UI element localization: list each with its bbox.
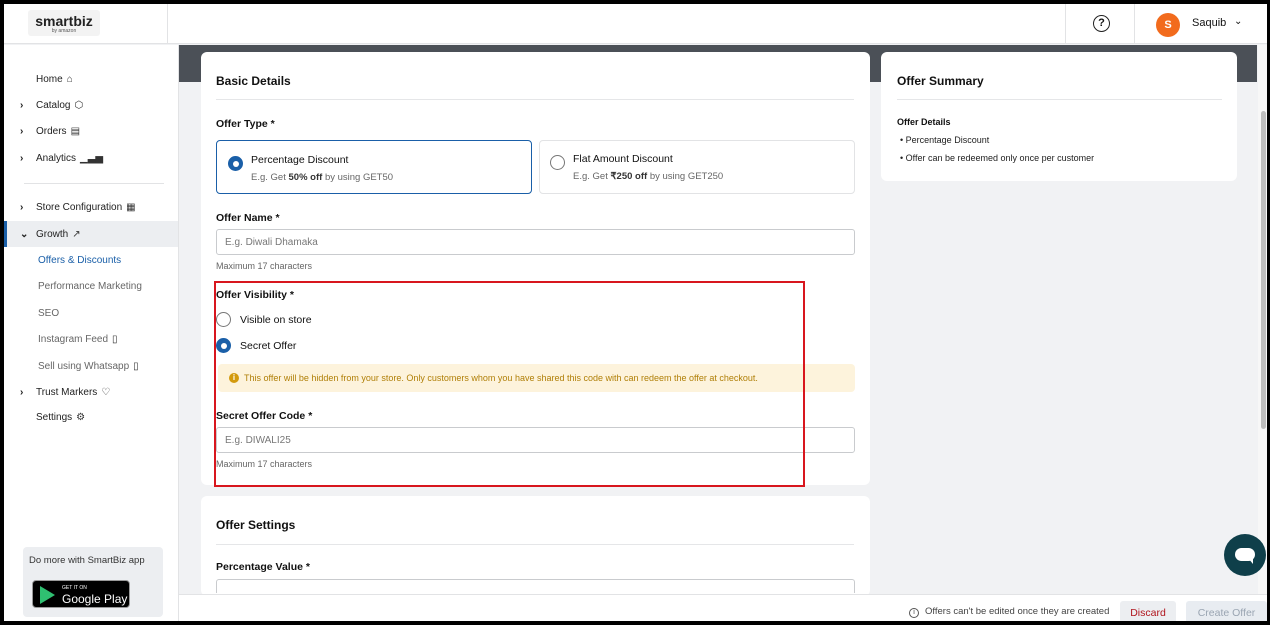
sidebar-item-label: Growth <box>36 228 69 240</box>
sidebar-item-trust-markers[interactable]: › Trust Markers ♡ <box>4 381 178 403</box>
chevron-right-icon: › <box>20 125 24 137</box>
google-play-button[interactable]: GET IT ON Google Play <box>32 580 130 608</box>
sidebar-item-label: Home <box>36 73 63 85</box>
footer-info: i Offers can't be edited once they are cr… <box>909 606 1109 618</box>
promo-text: Do more with SmartBiz app <box>29 555 145 566</box>
gplay-small-text: GET IT ON <box>62 585 87 591</box>
trend-up-icon: ↗ <box>72 228 81 240</box>
help-icon[interactable]: ? <box>1093 15 1110 32</box>
sidebar-item-settings[interactable]: Settings ⚙ <box>4 406 178 428</box>
radio-unselected[interactable] <box>550 155 565 170</box>
option-desc: E.g. Get ₹250 off by using GET250 <box>573 171 724 182</box>
radio-selected[interactable] <box>228 156 243 171</box>
divider <box>216 544 854 545</box>
offer-name-input[interactable]: E.g. Diwali Dhamaka <box>216 229 855 255</box>
offer-name-placeholder: E.g. Diwali Dhamaka <box>225 237 318 248</box>
app-window: smartbiz by amazon ? S Saquib ⌄ Home ⌂ › … <box>0 0 1270 625</box>
sidebar-item-label: Instagram Feed <box>38 333 109 345</box>
chat-icon[interactable] <box>1224 534 1266 576</box>
sidebar-item-growth[interactable]: ⌄ Growth ↗ <box>4 221 178 247</box>
sidebar-item-label: Orders <box>36 125 67 137</box>
percentage-value-input[interactable] <box>216 579 855 593</box>
offer-name-label: Offer Name * <box>216 212 280 224</box>
scroll-thumb[interactable] <box>1261 111 1266 429</box>
summary-item: • Offer can be redeemed only once per cu… <box>900 153 1095 163</box>
sidebar-item-analytics[interactable]: › Analytics ▁▃▅ <box>4 147 178 169</box>
smartbiz-logo[interactable]: smartbiz by amazon <box>28 10 100 36</box>
sidebar-item-instagram-feed[interactable]: Instagram Feed ▯ <box>4 328 178 350</box>
brand-name: smartbiz <box>35 13 93 29</box>
sidebar-item-catalog[interactable]: › Catalog ⬡ <box>4 94 178 116</box>
store-icon: ▦ <box>126 201 136 213</box>
sidebar-item-offers-discounts[interactable]: Offers & Discounts <box>4 249 178 271</box>
option-title: Flat Amount Discount <box>573 153 673 165</box>
clipboard-icon: ▤ <box>70 125 81 137</box>
mobile-icon: ▯ <box>112 333 118 345</box>
offer-summary-title: Offer Summary <box>897 74 984 88</box>
divider <box>216 99 854 100</box>
sidebar-item-label: SEO <box>38 307 60 319</box>
info-icon: i <box>909 608 919 618</box>
top-bar: smartbiz by amazon ? S Saquib ⌄ <box>4 4 1267 44</box>
discard-button[interactable]: Discard <box>1120 601 1176 621</box>
percentage-value-label: Percentage Value * <box>216 561 310 573</box>
offer-type-percentage[interactable]: Percentage Discount E.g. Get 50% off by … <box>216 140 532 194</box>
option-title: Percentage Discount <box>251 154 349 166</box>
create-offer-button[interactable]: Create Offer <box>1186 601 1267 621</box>
chevron-down-icon[interactable]: ⌄ <box>1234 16 1242 27</box>
home-icon: ⌂ <box>66 73 73 85</box>
sidebar-item-store-configuration[interactable]: › Store Configuration ▦ <box>4 196 178 218</box>
app-promo: Do more with SmartBiz app GET IT ON Goog… <box>23 547 163 617</box>
sidebar-item-home[interactable]: Home ⌂ <box>4 68 178 90</box>
logo-area: smartbiz by amazon <box>4 4 168 44</box>
sidebar-item-performance-marketing[interactable]: Performance Marketing <box>4 275 178 297</box>
sidebar-item-label: Offers & Discounts <box>38 254 122 266</box>
sidebar: Home ⌂ › Catalog ⬡ › Orders ▤ › Analytics ▁▃… <box>4 45 179 621</box>
user-name[interactable]: Saquib <box>1192 17 1226 29</box>
chevron-right-icon: › <box>20 99 24 111</box>
highlight-box <box>214 281 805 487</box>
divider <box>897 99 1222 100</box>
sidebar-item-seo[interactable]: SEO <box>4 302 178 324</box>
scrollbar[interactable] <box>1258 45 1267 594</box>
sidebar-item-label: Sell using Whatsapp <box>38 360 130 372</box>
sidebar-item-label: Analytics <box>36 152 77 164</box>
offer-settings-title: Offer Settings <box>216 518 296 532</box>
footer-info-text: Offers can't be edited once they are cre… <box>925 606 1110 617</box>
mobile-icon: ▯ <box>133 360 139 372</box>
gplay-big-text: Google Play <box>62 592 128 606</box>
avatar[interactable]: S <box>1156 13 1180 37</box>
google-play-icon <box>40 586 55 604</box>
cube-icon: ⬡ <box>74 99 84 111</box>
sidebar-item-label: Trust Markers <box>36 386 98 398</box>
basic-details-title: Basic Details <box>216 74 291 88</box>
offer-details-heading: Offer Details <box>897 117 951 127</box>
summary-item: • Percentage Discount <box>900 135 990 145</box>
sidebar-item-sell-using-whatsapp[interactable]: Sell using Whatsapp ▯ <box>4 355 178 377</box>
gear-icon: ⚙ <box>76 411 86 423</box>
sidebar-item-label: Performance Marketing <box>38 280 142 292</box>
sidebar-item-orders[interactable]: › Orders ▤ <box>4 120 178 142</box>
sidebar-item-label: Catalog <box>36 99 71 111</box>
bar-chart-icon: ▁▃▅ <box>80 152 104 164</box>
offer-type-flat-amount[interactable]: Flat Amount Discount E.g. Get ₹250 off b… <box>539 140 855 194</box>
offer-type-label: Offer Type * <box>216 118 275 130</box>
sidebar-item-label: Settings <box>36 411 73 423</box>
option-desc: E.g. Get 50% off by using GET50 <box>251 172 394 183</box>
chevron-right-icon: › <box>20 386 24 398</box>
brand-sub: by amazon <box>51 28 77 34</box>
offer-name-helper: Maximum 17 characters <box>216 261 313 271</box>
help-area: ? <box>1065 4 1135 44</box>
chevron-down-icon: ⌄ <box>20 228 29 240</box>
badge-icon: ♡ <box>101 386 111 398</box>
divider <box>24 183 164 184</box>
chevron-right-icon: › <box>20 201 24 213</box>
chevron-right-icon: › <box>20 152 24 164</box>
footer-bar: i Offers can't be edited once they are cr… <box>179 594 1267 621</box>
sidebar-item-label: Store Configuration <box>36 201 123 213</box>
